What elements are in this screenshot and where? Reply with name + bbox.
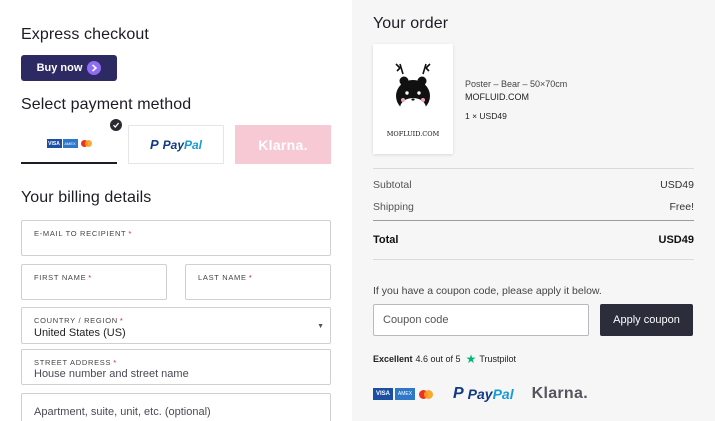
- payment-option-cards[interactable]: VISA AMEX: [21, 125, 117, 164]
- coupon-divider: [373, 259, 694, 260]
- subtotal-row: Subtotal USD49: [373, 179, 694, 191]
- trustpilot-brand: Trustpilot: [479, 354, 517, 364]
- coupon-note: If you have a coupon code, please apply …: [373, 285, 602, 297]
- amex-icon: AMEX: [62, 139, 78, 148]
- shipping-row: Shipping Free!: [373, 201, 694, 213]
- email-field[interactable]: E-MAIL TO RECIPIENT *: [21, 220, 331, 256]
- paypal-icon: P: [453, 385, 464, 402]
- country-label: COUNTRY / REGION *: [34, 316, 124, 325]
- payment-option-klarna[interactable]: Klarna.: [235, 125, 331, 164]
- shipping-label: Shipping: [373, 201, 414, 213]
- apartment-placeholder: Apartment, suite, unit, etc. (optional): [34, 406, 211, 418]
- paypal-wordmark: PayPal: [162, 137, 203, 152]
- apartment-field[interactable]: Apartment, suite, unit, etc. (optional): [21, 393, 331, 421]
- trustpilot-rating-word: Excellent: [373, 354, 413, 364]
- payment-option-paypal[interactable]: P PayPal: [128, 125, 224, 164]
- subtotal-label: Subtotal: [373, 179, 412, 191]
- klarna-logo: Klarna.: [258, 136, 308, 153]
- dropdown-caret-icon: ▼: [317, 323, 324, 330]
- street-address-placeholder: House number and street name: [34, 368, 189, 380]
- total-row: Total USD49: [373, 234, 694, 246]
- klarna-logo: Klarna.: [531, 385, 588, 402]
- express-checkout-title: Express checkout: [21, 26, 149, 43]
- total-divider: [373, 220, 694, 221]
- apply-coupon-button[interactable]: Apply coupon: [600, 304, 693, 336]
- street-address-field[interactable]: STREET ADDRESS * House number and street …: [21, 349, 331, 385]
- summary-divider: [373, 168, 694, 169]
- buy-now-button[interactable]: Buy now: [21, 55, 117, 81]
- amex-icon: AMEX: [395, 388, 415, 400]
- product-quantity-price: 1 × USD49: [465, 111, 507, 121]
- street-address-label: STREET ADDRESS *: [34, 358, 117, 367]
- checkout-form-panel: Express checkout Buy now Select payment …: [0, 0, 352, 421]
- trustpilot-score: 4.6 out of 5: [415, 354, 461, 364]
- last-name-field[interactable]: LAST NAME *: [185, 264, 331, 300]
- first-name-field[interactable]: FIRST NAME *: [21, 264, 167, 300]
- paypal-logo: P Pay Pal: [453, 385, 514, 402]
- billing-details-title: Your billing details: [21, 189, 152, 206]
- visa-icon: VISA: [46, 139, 62, 148]
- chevron-right-icon: [87, 61, 102, 75]
- visa-icon: VISA: [373, 388, 393, 400]
- payment-method-title: Select payment method: [21, 96, 192, 113]
- product-image-caption: MOFLUID.COM: [386, 130, 440, 138]
- country-select[interactable]: COUNTRY / REGION * United States (US) ▼: [21, 307, 331, 344]
- subtotal-value: USD49: [660, 179, 694, 191]
- product-image: MOFLUID.COM: [373, 44, 453, 154]
- payment-logos: VISA AMEX P Pay Pal Klarna.: [373, 382, 588, 406]
- last-name-label: LAST NAME *: [198, 273, 253, 282]
- total-value: USD49: [658, 234, 694, 246]
- buy-now-label: Buy now: [36, 62, 83, 74]
- email-label: E-MAIL TO RECIPIENT *: [34, 229, 132, 238]
- product-brand: MOFLUID.COM: [465, 92, 529, 102]
- paypal-icon: P: [149, 137, 159, 152]
- star-icon: ★: [465, 352, 477, 366]
- product-name: Poster – Bear – 50×70cm: [465, 79, 568, 89]
- total-label: Total: [373, 234, 399, 246]
- first-name-label: FIRST NAME *: [34, 273, 92, 282]
- checkmark-icon: [110, 119, 122, 131]
- coupon-code-input[interactable]: [373, 304, 589, 336]
- mastercard-icon: [80, 140, 92, 147]
- your-order-title: Your order: [373, 15, 449, 32]
- trustpilot-rating: Excellent 4.6 out of 5 ★ Trustpilot: [373, 352, 516, 366]
- mastercard-icon: [419, 389, 433, 399]
- country-value: United States (US): [34, 327, 126, 339]
- shipping-value: Free!: [669, 201, 694, 213]
